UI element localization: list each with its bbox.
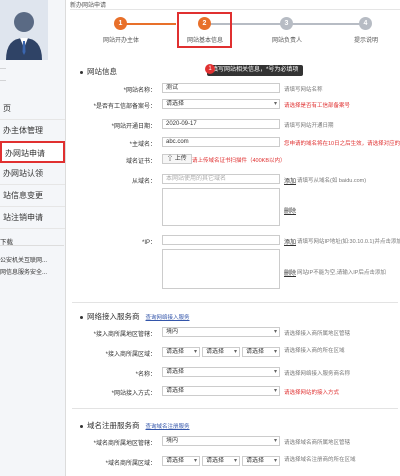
sidebar-item-label: 办网站认领 (3, 169, 43, 178)
sidebar-item-info-change[interactable]: 站信息变更 (0, 185, 65, 207)
site-name-hint: 请填写网站名称 (284, 87, 323, 93)
bullet-icon (80, 70, 83, 74)
bullet-icon (80, 315, 83, 319)
open-date-hint: 请填写网站开通日期 (284, 123, 334, 129)
isp-region-hint: 请选择接入商所属地区管辖 (284, 331, 351, 337)
domain-input[interactable]: abc.com (162, 137, 280, 147)
sub-domain-hint: 请填写从域名(如 baidu.com) (297, 178, 367, 184)
sidebar-item-label: 页 (3, 104, 11, 113)
sidebar-item-claim-website[interactable]: 办网站认领 (0, 163, 65, 185)
sidebar-item-label: 办网站申请 (5, 149, 45, 158)
tip-number-badge: 1 (205, 64, 215, 74)
ip-list-hint: 网站IP不能为空,请输入IP后点击添加 (297, 270, 386, 276)
domain-hint: 您申请的域名将在10日之后生效，请选择对应的 (284, 141, 400, 147)
preapproval-select[interactable]: 请选择 (162, 99, 280, 109)
domain-label: *主域名： (129, 142, 156, 148)
cert-label: 域名证书： (125, 159, 156, 165)
registrar-city-select[interactable]: 请选择 (202, 456, 240, 466)
isp-area-hint: 请选择接入商的所在区域 (284, 348, 345, 354)
upload-icon: ⇧ (167, 156, 174, 162)
preapproval-hint: 请选择是否有工信部备案号 (284, 103, 351, 109)
divider (72, 302, 398, 303)
progress-steps: 1 网站开办主体 2 网站基本信息 3 网站负责人 4 提示说明 (70, 12, 400, 48)
isp-query-link[interactable]: 查询网络接入服务 (146, 315, 190, 321)
section-title-site-info: 网站信息 (80, 66, 117, 77)
section-title-registrar: 域名注册服务商 查询域名注册服务 (80, 420, 190, 431)
registrar-region-hint: 请选择域名商所属地区管辖 (284, 440, 351, 446)
isp-name-select[interactable]: 请选择 (162, 367, 280, 377)
sidebar: — — 页 办主体管理 办网站申请 办网站认领 站信息变更 站注销申请 下载 公… (0, 0, 66, 476)
sub-domain-label: 从域名： (131, 179, 156, 185)
sub-domain-input[interactable]: 本网站使用的其它域名 (162, 174, 280, 184)
user-avatar-icon (0, 0, 48, 60)
sub-domain-delete-link[interactable]: 删除 (284, 206, 296, 215)
sub-domain-list[interactable] (162, 188, 280, 226)
download-link[interactable]: 公安机关互联网... (0, 255, 64, 264)
isp-region-select[interactable]: 境内 (162, 327, 280, 337)
step-4-circle: 4 (359, 17, 372, 30)
isp-name-label: *名称： (135, 372, 156, 378)
avatar (0, 0, 48, 60)
divider (72, 408, 398, 409)
sidebar-item-cancel[interactable]: 站注销申请 (0, 207, 65, 229)
isp-province-select[interactable]: 请选择 (162, 347, 200, 357)
open-date-label: *网站开通日期： (111, 124, 156, 130)
divider (70, 9, 400, 10)
open-date-input[interactable]: 2020-09-17 (162, 119, 280, 129)
sidebar-item-entity-management[interactable]: 办主体管理 (0, 120, 65, 142)
step-connector (290, 23, 366, 25)
isp-area-label: *接入商所属区域： (105, 352, 156, 358)
sidebar-item-home[interactable]: 页 (0, 98, 65, 120)
bullet-icon (80, 424, 83, 428)
site-name-label: *网站名称： (123, 88, 156, 94)
user-meta-line: — (0, 78, 6, 84)
step-connector (120, 23, 176, 25)
active-step-highlight (177, 12, 232, 48)
isp-city-select[interactable]: 请选择 (202, 347, 240, 357)
ip-list[interactable] (162, 249, 280, 289)
site-name-input[interactable]: 测试 (162, 83, 280, 93)
registrar-district-select[interactable]: 请选择 (242, 456, 280, 466)
section-title-isp: 网络接入服务商 查询网络接入服务 (80, 311, 190, 322)
step-1-circle: 1 (114, 17, 127, 30)
sidebar-item-new-website[interactable]: 办网站申请 (0, 141, 65, 163)
registrar-region-select[interactable]: 境内 (162, 436, 280, 446)
sidebar-item-label: 站信息变更 (3, 191, 43, 200)
cert-hint: 请上传域名证书扫描件（400KB以内） (192, 158, 286, 164)
access-method-hint: 请选择网站的接入方式 (284, 390, 340, 396)
registrar-province-select[interactable]: 请选择 (162, 456, 200, 466)
registrar-area-label: *域名商所属区域： (105, 461, 156, 467)
registrar-region-label: *域名商所属地区管辖： (93, 441, 156, 447)
access-method-label: *网站接入方式： (111, 391, 156, 397)
divider (0, 245, 64, 246)
isp-region-label: *接入商所属地区管辖： (93, 332, 156, 338)
isp-district-select[interactable]: 请选择 (242, 347, 280, 357)
ip-hint: 请填写网站IP地址(如:30.10.0.1)并点击添加 (297, 239, 400, 245)
upload-button[interactable]: ⇧ 上传 (162, 154, 192, 164)
step-4-label: 提示说明 (353, 38, 378, 44)
sub-domain-add-link[interactable]: 添加 (284, 176, 296, 185)
registrar-area-hint: 请选择域名注册商的所在区域 (284, 457, 356, 463)
step-3-circle: 3 (280, 17, 293, 30)
access-method-select[interactable]: 请选择 (162, 386, 280, 396)
isp-name-hint: 请选择网络接入服务商名称 (284, 371, 351, 377)
sidebar-item-label: 办主体管理 (3, 126, 43, 135)
ip-input[interactable] (162, 235, 280, 245)
step-1-label: 网站开办主体 (102, 38, 139, 44)
download-link[interactable]: 网信息服务安全... (0, 267, 64, 276)
registrar-query-link[interactable]: 查询域名注册服务 (146, 424, 190, 430)
sidebar-item-label: 站注销申请 (3, 213, 43, 222)
ip-delete-link[interactable]: 删除 (284, 268, 296, 277)
ip-label: *IP： (141, 240, 156, 246)
instruction-tooltip: 填写网站相关信息，*号为必填项 (207, 65, 304, 76)
ip-add-link[interactable]: 添加 (284, 237, 296, 246)
user-meta-line: — (0, 66, 6, 72)
step-3-label: 网站负责人 (271, 38, 302, 44)
preapproval-label: *是否有工信部备案号： (93, 104, 156, 110)
